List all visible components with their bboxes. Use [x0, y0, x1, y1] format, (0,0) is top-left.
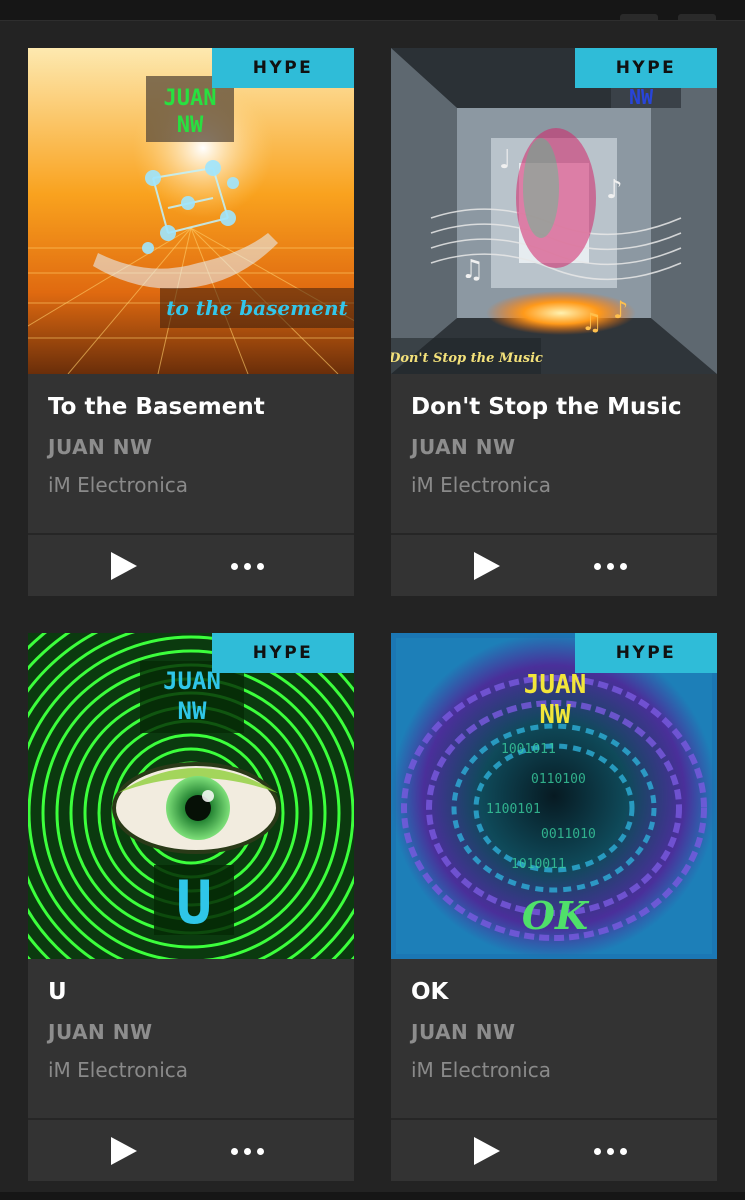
more-icon: [593, 1147, 601, 1155]
album-art[interactable]: 1001011 0110100 1100101 0011010 1010011 JU…: [391, 633, 717, 959]
more-icon: [230, 562, 238, 570]
art-logo-juan: JUAN: [524, 670, 587, 700]
album-art[interactable]: JUAN NW to the basement HYPE: [28, 48, 354, 374]
release-title[interactable]: U: [48, 979, 67, 1005]
release-artist[interactable]: JUAN NW: [411, 1020, 516, 1044]
top-bar-tab[interactable]: [620, 14, 658, 20]
release-artist[interactable]: JUAN NW: [48, 1020, 153, 1044]
art-logo-juan: JUAN: [164, 86, 217, 111]
album-art[interactable]: ♫ ♪ ♩ ♫ ♪ Don't Stop the Music NW HYPE: [391, 48, 717, 374]
play-button[interactable]: [461, 1130, 513, 1172]
play-icon: [111, 552, 137, 580]
play-icon: [474, 1137, 500, 1165]
svg-text:0110100: 0110100: [531, 772, 586, 787]
play-button[interactable]: [98, 1130, 150, 1172]
release-artist[interactable]: JUAN NW: [411, 435, 516, 459]
art-caption: to the basement: [166, 296, 348, 320]
release-card[interactable]: 1001011 0110100 1100101 0011010 1010011 JU…: [391, 633, 717, 1181]
play-icon: [111, 1137, 137, 1165]
art-logo-nw: NW: [178, 697, 207, 725]
release-title[interactable]: To the Basement: [48, 394, 265, 420]
release-title[interactable]: Don't Stop the Music: [411, 394, 682, 420]
art-logo-nw: NW: [629, 85, 654, 109]
svg-text:0011010: 0011010: [541, 827, 596, 842]
release-artist[interactable]: JUAN NW: [48, 435, 153, 459]
top-bar-tab[interactable]: [678, 14, 716, 20]
art-logo-nw: NW: [177, 113, 204, 138]
more-options-button[interactable]: [218, 545, 276, 587]
album-art[interactable]: JUAN NW U HYPE: [28, 633, 354, 959]
release-title[interactable]: OK: [411, 979, 448, 1005]
svg-text:♪: ♪: [606, 175, 623, 205]
hype-badge: HYPE: [575, 633, 717, 673]
divider: [28, 533, 354, 535]
svg-text:♪: ♪: [613, 296, 628, 324]
svg-text:1010011: 1010011: [511, 857, 566, 872]
play-button[interactable]: [461, 545, 513, 587]
art-logo-nw: NW: [539, 700, 571, 730]
art-caption: Don't Stop the Music: [391, 351, 543, 366]
svg-text:♩: ♩: [499, 145, 511, 175]
release-label[interactable]: iM Electronica: [411, 1058, 551, 1082]
art-caption: OK: [522, 893, 590, 938]
hype-badge: HYPE: [212, 633, 354, 673]
svg-text:1100101: 1100101: [486, 802, 541, 817]
release-label[interactable]: iM Electronica: [411, 473, 551, 497]
play-icon: [474, 552, 500, 580]
svg-text:♫: ♫: [581, 308, 603, 336]
bottom-bar: [0, 1192, 745, 1200]
release-card[interactable]: JUAN NW U HYPE U JUAN NW iM Electronica: [28, 633, 354, 1181]
divider: [391, 1118, 717, 1120]
top-bar: [0, 0, 745, 21]
divider: [28, 1118, 354, 1120]
release-label[interactable]: iM Electronica: [48, 473, 188, 497]
release-card[interactable]: ♫ ♪ ♩ ♫ ♪ Don't Stop the Music NW HYPE Don'…: [391, 48, 717, 596]
svg-text:1001011: 1001011: [501, 742, 556, 757]
more-icon: [230, 1147, 238, 1155]
divider: [391, 533, 717, 535]
hype-badge: HYPE: [575, 48, 717, 88]
svg-text:♫: ♫: [461, 255, 484, 285]
more-icon: [593, 562, 601, 570]
more-options-button[interactable]: [581, 1130, 639, 1172]
release-card[interactable]: JUAN NW to the basement HYPE To the Base…: [28, 48, 354, 596]
art-caption: U: [176, 868, 212, 938]
play-button[interactable]: [98, 545, 150, 587]
release-label[interactable]: iM Electronica: [48, 1058, 188, 1082]
more-options-button[interactable]: [581, 545, 639, 587]
more-options-button[interactable]: [218, 1130, 276, 1172]
hype-badge: HYPE: [212, 48, 354, 88]
